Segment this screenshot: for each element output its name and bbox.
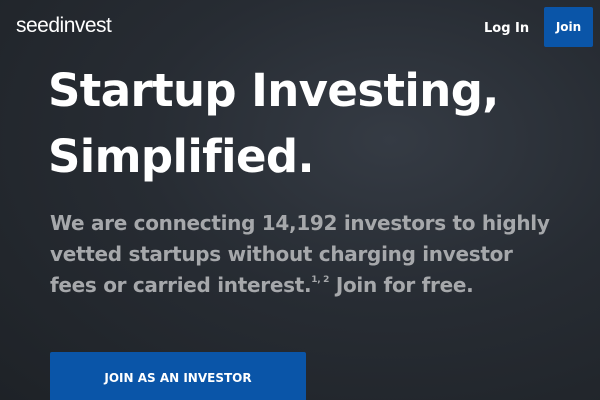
subtext-line-3-start: fees or carried interest. bbox=[50, 273, 312, 297]
subtext-line-2: vetted startups without charging investo… bbox=[50, 242, 513, 266]
hero-subtext: We are connecting 14,192 investors to hi… bbox=[50, 208, 570, 301]
subtext-line-3-end: Join for free. bbox=[329, 273, 474, 297]
login-link[interactable]: Log In bbox=[484, 21, 529, 36]
join-button[interactable]: Join bbox=[544, 7, 593, 47]
hero-headline: Startup Investing, Simplified. bbox=[48, 58, 499, 190]
seedinvest-logo[interactable]: seedinvest bbox=[16, 14, 112, 38]
join-as-investor-button[interactable]: JOIN AS AN INVESTOR bbox=[50, 352, 306, 400]
headline-line-2: Simplified. bbox=[48, 130, 315, 183]
headline-line-1: Startup Investing, bbox=[48, 64, 499, 117]
subtext-line-3: fees or carried interest.1, 2 Join for f… bbox=[50, 270, 570, 301]
footnote-marker[interactable]: 1, 2 bbox=[311, 275, 329, 285]
subtext-line-1: We are connecting 14,192 investors to hi… bbox=[50, 211, 550, 235]
